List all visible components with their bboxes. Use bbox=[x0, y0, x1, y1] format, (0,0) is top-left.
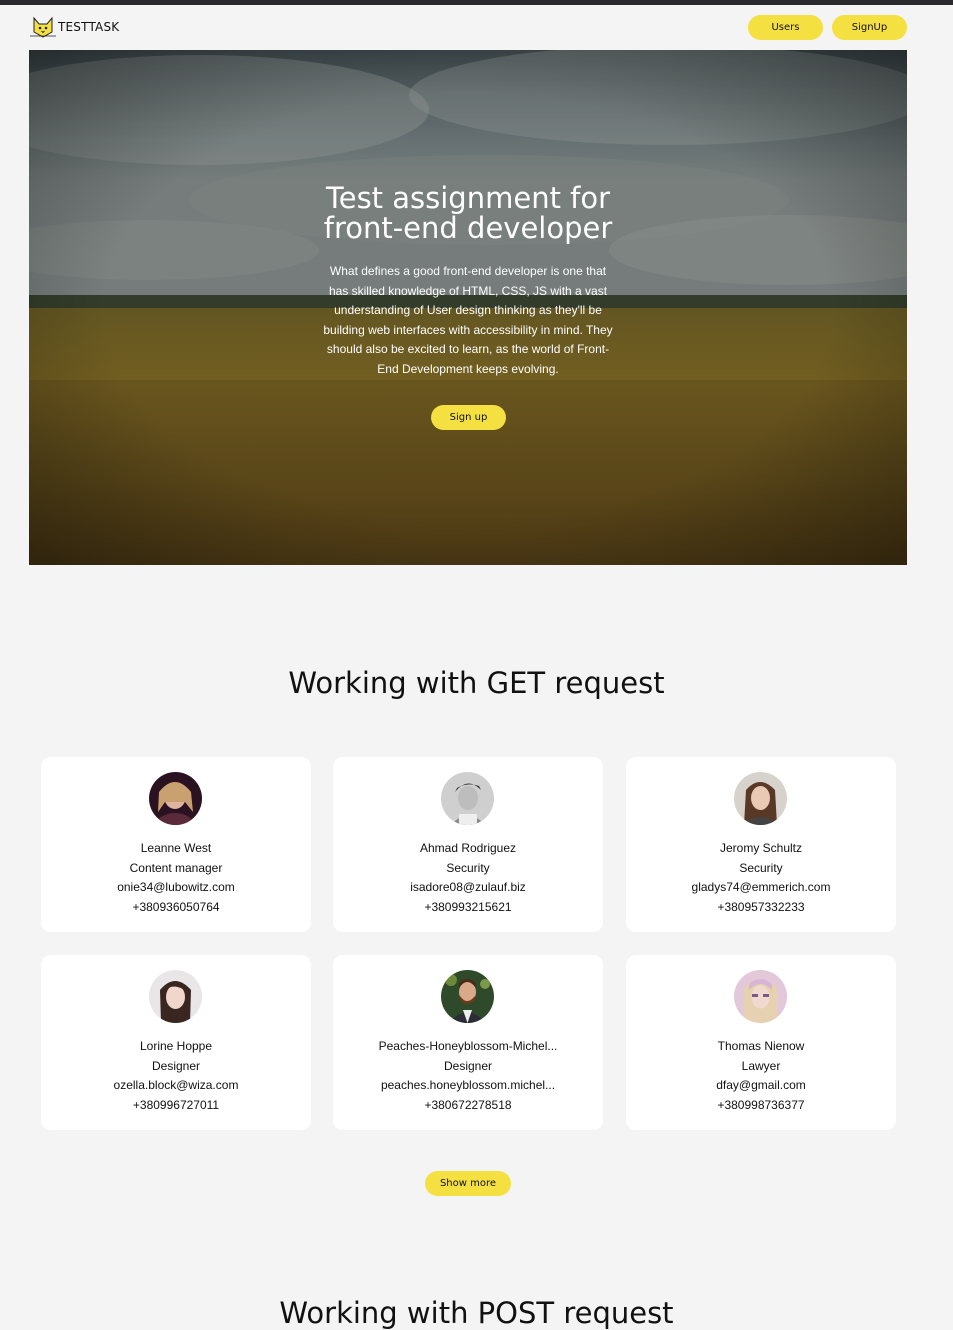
user-position: Security bbox=[446, 861, 490, 875]
show-more-button[interactable]: Show more bbox=[425, 1171, 511, 1196]
user-position: Security bbox=[739, 861, 783, 875]
user-email: peaches.honeyblossom.michel... bbox=[380, 1078, 556, 1092]
user-avatar bbox=[149, 970, 202, 1023]
user-name: Peaches-Honeyblossom-Michel... bbox=[378, 1039, 558, 1053]
logo-text: TESTTASK bbox=[58, 20, 120, 34]
user-phone: +380672278518 bbox=[424, 1098, 512, 1112]
post-section-title: Working with POST request bbox=[279, 1296, 674, 1330]
user-phone: +380998736377 bbox=[717, 1098, 805, 1112]
user-email: dfay@gmail.com bbox=[716, 1078, 806, 1092]
user-avatar bbox=[734, 772, 787, 825]
user-card: Leanne West Content manager onie34@lubow… bbox=[41, 757, 311, 932]
signup-nav-button[interactable]: SignUp bbox=[832, 15, 907, 40]
user-email: onie34@lubowitz.com bbox=[117, 880, 235, 894]
user-card: Ahmad Rodriguez Security isadore08@zulau… bbox=[333, 757, 603, 932]
hero-banner: Test assignment for front-end developer … bbox=[29, 50, 907, 565]
user-phone: +380957332233 bbox=[717, 900, 805, 914]
user-name: Ahmad Rodriguez bbox=[419, 841, 517, 855]
user-avatar bbox=[441, 970, 494, 1023]
user-name: Thomas Nienow bbox=[717, 1039, 805, 1053]
hero-title: Test assignment for front-end developer bbox=[29, 183, 907, 243]
user-avatar bbox=[734, 970, 787, 1023]
cat-logo-icon bbox=[30, 16, 56, 38]
get-section-title: Working with GET request bbox=[288, 666, 665, 700]
site-header: TESTTASK Users SignUp bbox=[0, 5, 953, 50]
hero-signup-button[interactable]: Sign up bbox=[431, 405, 506, 430]
user-position: Designer bbox=[151, 1059, 201, 1073]
hero-title-line-2: front-end developer bbox=[323, 211, 613, 245]
user-phone: +380993215621 bbox=[424, 900, 512, 914]
user-phone: +380936050764 bbox=[132, 900, 220, 914]
user-card: Jeromy Schultz Security gladys74@emmeric… bbox=[626, 757, 896, 932]
logo[interactable]: TESTTASK bbox=[30, 14, 119, 40]
user-email: ozella.block@wiza.com bbox=[113, 1078, 239, 1092]
user-name: Lorine Hoppe bbox=[139, 1039, 213, 1053]
user-avatar bbox=[441, 772, 494, 825]
users-nav-button[interactable]: Users bbox=[748, 15, 823, 40]
user-email: isadore08@zulauf.biz bbox=[410, 880, 526, 894]
user-phone: +380996727011 bbox=[132, 1098, 220, 1112]
user-card: Peaches-Honeyblossom-Michel... Designer … bbox=[333, 955, 603, 1130]
user-card: Thomas Nienow Lawyer dfay@gmail.com +380… bbox=[626, 955, 896, 1130]
user-avatar bbox=[149, 772, 202, 825]
user-position: Content manager bbox=[129, 861, 223, 875]
hero-description: What defines a good front-end developer … bbox=[323, 264, 613, 376]
user-position: Designer bbox=[443, 1059, 493, 1073]
user-position: Lawyer bbox=[741, 1059, 781, 1073]
user-card: Lorine Hoppe Designer ozella.block@wiza.… bbox=[41, 955, 311, 1130]
hero-title-line-1: Test assignment for bbox=[325, 181, 611, 215]
user-name: Leanne West bbox=[140, 841, 212, 855]
user-email: gladys74@emmerich.com bbox=[691, 880, 831, 894]
user-name: Jeromy Schultz bbox=[719, 841, 803, 855]
